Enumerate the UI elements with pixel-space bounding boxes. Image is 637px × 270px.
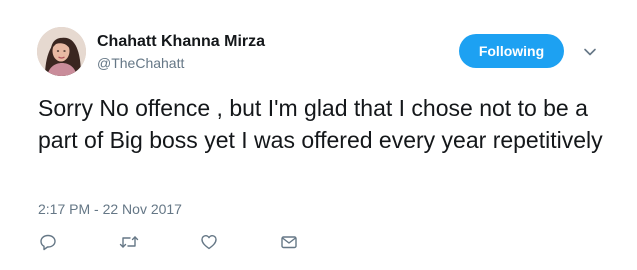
retweet-icon [119,236,139,248]
direct-message-button[interactable] [279,232,299,252]
user-display-name[interactable]: Chahatt Khanna Mirza [97,33,265,51]
tweet-timestamp[interactable]: 2:17 PM - 22 Nov 2017 [38,201,182,217]
reply-button[interactable] [38,232,58,252]
retweet-button[interactable] [119,232,139,252]
tweet-menu-button[interactable] [581,43,599,61]
tweet-actions [0,232,637,254]
heart-icon [201,235,217,250]
like-button[interactable] [199,232,219,252]
following-button[interactable]: Following [459,34,564,68]
following-button-label: Following [478,43,545,59]
avatar[interactable] [37,27,86,76]
envelope-icon [281,236,297,249]
reply-icon [40,234,56,251]
user-handle[interactable]: @TheChahatt [97,55,184,71]
tweet-card: Chahatt Khanna Mirza @TheChahatt Followi… [0,0,637,270]
tweet-text: Sorry No offence , but I'm glad that I c… [38,95,603,153]
avatar-photo [37,27,86,76]
chevron-down-icon [584,48,596,56]
